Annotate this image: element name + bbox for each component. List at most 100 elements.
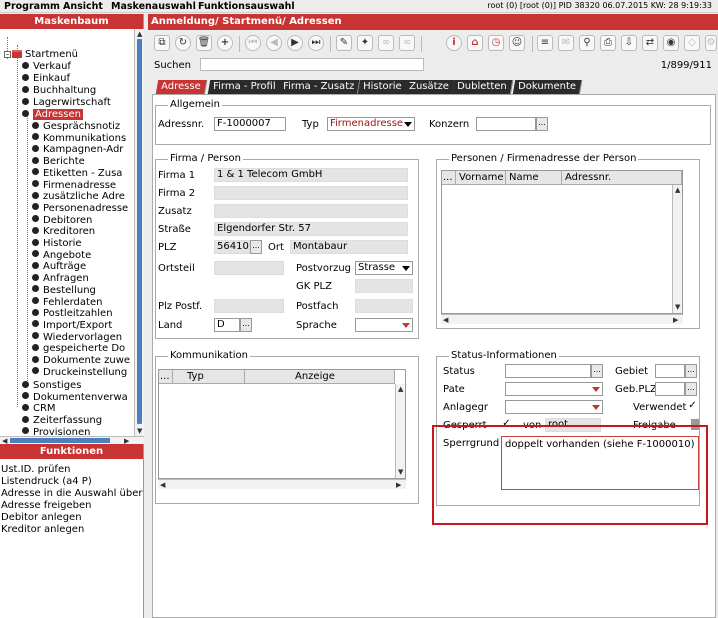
tree-node-child[interactable]: Berichte: [32, 156, 85, 168]
plz-field[interactable]: 56410: [214, 240, 250, 254]
status-lookup-button[interactable]: ...: [591, 364, 603, 378]
column-name[interactable]: Name: [506, 171, 562, 185]
tab-dubletten[interactable]: Dubletten: [451, 80, 513, 94]
adressnr-field[interactable]: F-1000007: [214, 117, 286, 131]
tree-node-child[interactable]: Postleitzahlen: [32, 308, 113, 320]
tree-node-child[interactable]: Anfragen: [32, 273, 89, 285]
tree-node-level1[interactable]: Lagerwirtschaft: [22, 97, 111, 109]
user-icon[interactable]: ☺: [509, 35, 525, 51]
konzern-lookup-button[interactable]: ...: [536, 117, 548, 131]
tag-icon[interactable]: ◇: [684, 35, 700, 51]
gebplz-field[interactable]: [655, 382, 685, 396]
tree-node-child[interactable]: Gesprächsnotiz: [32, 121, 120, 133]
refresh-icon[interactable]: ↻: [175, 35, 191, 51]
tree-node-child[interactable]: Etiketten - Zusa: [32, 168, 122, 180]
tree-node-startmenu[interactable]: – Startmenü: [4, 49, 78, 61]
tab-firma-profil[interactable]: Firma - Profil: [207, 80, 282, 94]
kommunikation-hscroll[interactable]: ◀ ▶: [158, 479, 406, 489]
collapse-icon[interactable]: –: [4, 50, 11, 58]
export-icon[interactable]: ⇩: [621, 35, 637, 51]
function-item[interactable]: Adresse freigeben: [1, 500, 92, 512]
tree-scroll-thumb[interactable]: [137, 39, 142, 424]
print-icon[interactable]: ⎙: [600, 35, 616, 51]
ort-field[interactable]: Montabaur: [290, 240, 408, 254]
link-icon[interactable]: ∞: [378, 35, 394, 51]
edit-icon[interactable]: ✎: [336, 35, 352, 51]
tree-node-child[interactable]: Debitoren: [32, 215, 92, 227]
kommunikation-menu-button[interactable]: ...: [159, 370, 173, 384]
next-record-icon[interactable]: ▶: [287, 35, 303, 51]
camera-icon[interactable]: ◉: [663, 35, 679, 51]
tree-node-child[interactable]: Firmenadresse: [32, 180, 116, 192]
function-item[interactable]: Listendruck (a4 P): [1, 476, 92, 488]
pate-select[interactable]: [505, 382, 603, 396]
verwendet-checkbox[interactable]: ✓: [687, 401, 698, 412]
tree-node-child[interactable]: Kreditoren: [32, 226, 95, 238]
tree-node-child[interactable]: Angebote: [32, 250, 91, 262]
gkplz-field[interactable]: [355, 279, 413, 293]
strasse-field[interactable]: Elgendorfer Str. 57: [214, 222, 408, 236]
tree-node-child[interactable]: Aufträge: [32, 261, 86, 273]
firma2-field[interactable]: [214, 186, 408, 200]
personen-hscroll[interactable]: ◀ ▶: [441, 314, 683, 324]
column-vorname[interactable]: Vorname: [456, 171, 506, 185]
settings-icon[interactable]: ⚙: [705, 35, 717, 51]
status-field[interactable]: [505, 364, 591, 378]
tree-node-level1[interactable]: Verkauf: [22, 61, 71, 73]
mail-icon[interactable]: ✉: [558, 35, 574, 51]
firma1-field[interactable]: 1 & 1 Telecom GmbH: [214, 168, 408, 182]
tree-node-child[interactable]: Dokumente zuwe: [32, 355, 130, 367]
personen-table[interactable]: ... Vorname Name Adressnr. ▲ ▼: [441, 170, 683, 314]
tree-hscroll-thumb[interactable]: [10, 438, 110, 443]
info-icon[interactable]: i: [446, 35, 462, 51]
tab-historie[interactable]: Historie: [357, 80, 408, 94]
column-anzeige[interactable]: Anzeige: [245, 370, 395, 384]
tree-node-child[interactable]: Kampagnen-Adr: [32, 144, 123, 156]
home-icon[interactable]: ⌂: [467, 35, 483, 51]
tab-firma-zusatz[interactable]: Firma - Zusatz: [277, 80, 361, 94]
anlagegr-select[interactable]: [505, 400, 603, 414]
menu-programm[interactable]: Programm: [4, 1, 60, 12]
function-item[interactable]: Ust.ID. prüfen: [1, 464, 70, 476]
gebiet-field[interactable]: [655, 364, 685, 378]
tab-dokumente[interactable]: Dokumente: [512, 80, 583, 94]
column-typ[interactable]: Typ: [173, 370, 245, 384]
transfer-icon[interactable]: ⇄: [642, 35, 658, 51]
copy-icon[interactable]: ⧉: [154, 35, 170, 51]
tree-node-level1[interactable]: CRM: [22, 403, 56, 415]
ortsteil-field[interactable]: [214, 261, 284, 275]
tree-node-child[interactable]: Import/Export: [32, 320, 112, 332]
personen-vscroll[interactable]: ▲ ▼: [672, 185, 682, 313]
land-lookup-button[interactable]: ...: [240, 318, 252, 332]
gebplz-lookup-button[interactable]: ...: [685, 382, 697, 396]
tree-horizontal-scrollbar[interactable]: ◀ ▶: [0, 436, 144, 445]
tree-node-child[interactable]: Personenadresse: [32, 203, 128, 215]
gebiet-lookup-button[interactable]: ...: [685, 364, 697, 378]
tree-node-child[interactable]: zusätzliche Adre: [32, 191, 125, 203]
search-input[interactable]: [200, 58, 424, 71]
clock-icon[interactable]: ◷: [488, 35, 504, 51]
menu-maskenauswahl[interactable]: Maskenauswahl: [111, 1, 196, 12]
tree-node-child[interactable]: Bestellung: [32, 285, 96, 297]
function-item[interactable]: Kreditor anlegen: [1, 524, 84, 536]
function-item[interactable]: Debitor anlegen: [1, 512, 82, 524]
tree-node-level1[interactable]: Sonstiges: [22, 380, 81, 392]
unlink-icon[interactable]: ∞: [399, 35, 415, 51]
personen-menu-button[interactable]: ...: [442, 171, 456, 185]
tree-node-child[interactable]: Fehlerdaten: [32, 297, 102, 309]
tree-vertical-scrollbar[interactable]: ▲ ▼: [134, 29, 144, 437]
tree-node-adressen[interactable]: Adressen: [22, 109, 83, 121]
column-adressnr[interactable]: Adressnr.: [562, 171, 682, 185]
function-item[interactable]: Adresse in die Auswahl über: [1, 488, 143, 500]
kommunikation-vscroll[interactable]: ▲ ▼: [395, 384, 405, 478]
sprache-select[interactable]: [355, 318, 413, 332]
previous-record-icon[interactable]: ◀: [266, 35, 282, 51]
first-record-icon[interactable]: ⏮: [245, 35, 261, 51]
tree-node-child[interactable]: Wiedervorlagen: [32, 332, 122, 344]
tree-node-child[interactable]: Kommunikations: [32, 133, 126, 145]
tree-node-child[interactable]: gespeicherte Do: [32, 343, 125, 355]
land-field[interactable]: D: [214, 318, 240, 332]
wand-icon[interactable]: ✦: [357, 35, 373, 51]
tree-node-level1[interactable]: Buchhaltung: [22, 85, 96, 97]
tree-node-level1[interactable]: Dokumentenverwa: [22, 392, 128, 404]
